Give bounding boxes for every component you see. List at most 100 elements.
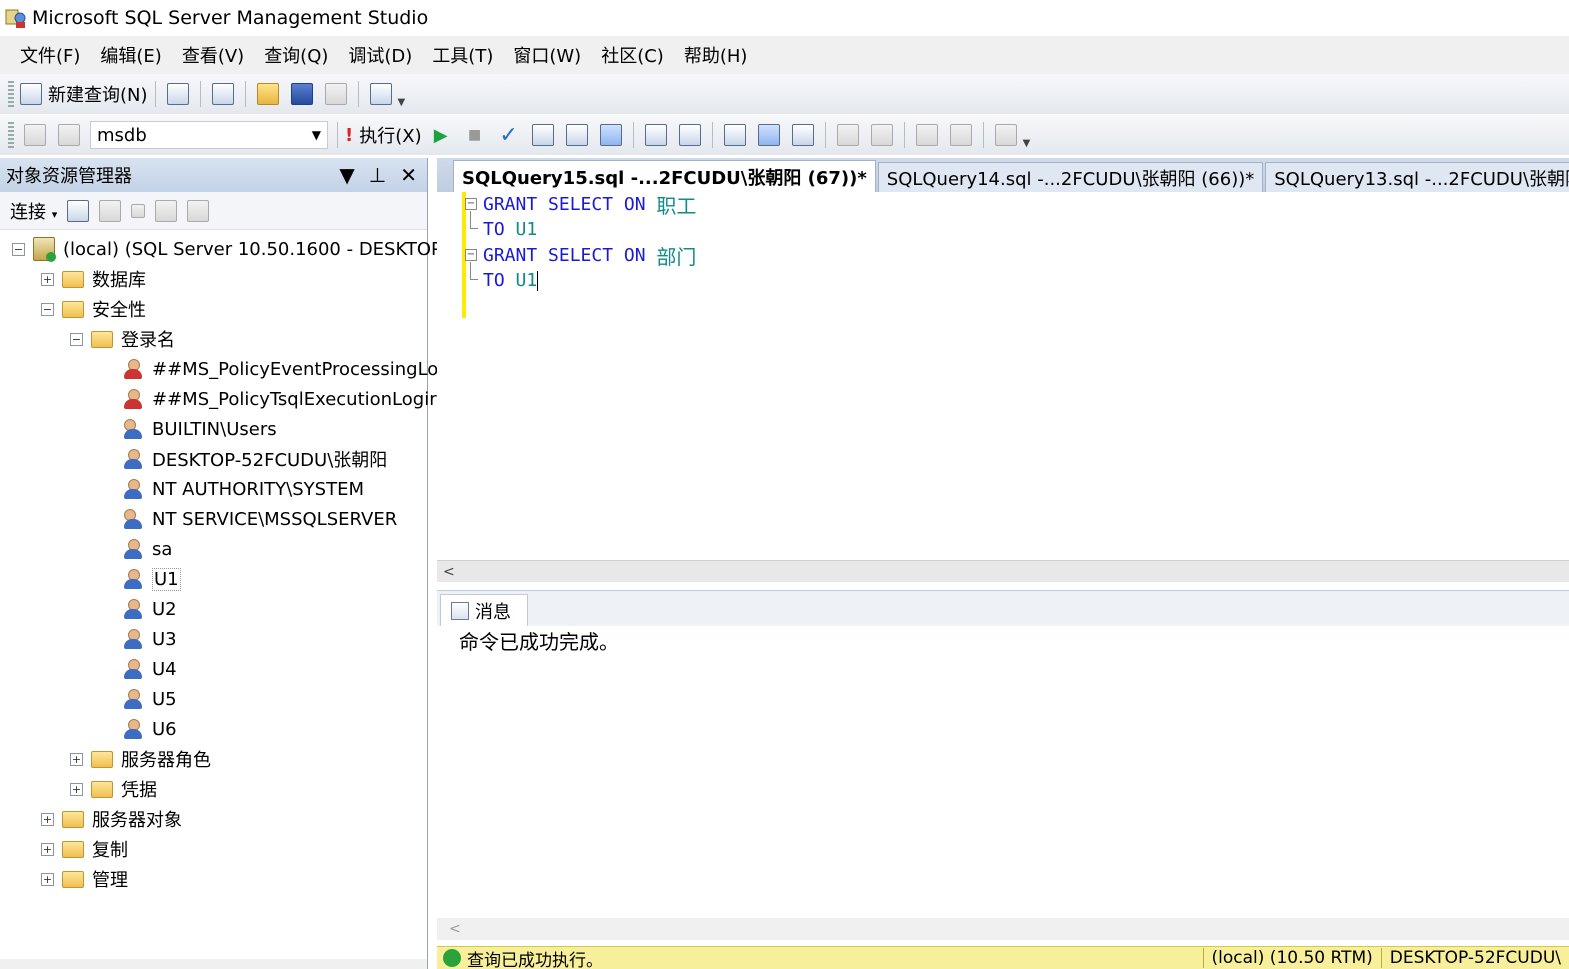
- menu-help[interactable]: 帮助(H): [674, 42, 758, 68]
- tree-node-server[interactable]: − (local) (SQL Server 10.50.1600 - DESKT…: [12, 234, 442, 264]
- menu-view[interactable]: 查看(V): [172, 42, 254, 68]
- tab-sqlquery15[interactable]: SQLQuery15.sql -...2FCUDU\张朝阳 (67))*: [453, 160, 876, 192]
- menu-query[interactable]: 查询(Q): [254, 42, 338, 68]
- menu-window[interactable]: 窗口(W): [503, 42, 591, 68]
- tree-node-credentials[interactable]: + 凭据: [70, 774, 157, 804]
- tree-node-server-objects[interactable]: + 服务器对象: [41, 804, 182, 834]
- tree-node-label: ##MS_PolicyTsqlExecutionLogir: [152, 388, 437, 410]
- client-statistics-button[interactable]: [675, 120, 705, 150]
- decrease-indent-button[interactable]: [912, 120, 942, 150]
- database-select[interactable]: msdb ▼: [90, 121, 328, 149]
- new-file-button[interactable]: [163, 79, 193, 109]
- tree-node-replication[interactable]: + 复制: [41, 834, 128, 864]
- save-button[interactable]: [287, 79, 317, 109]
- menu-file[interactable]: 文件(F): [10, 42, 90, 68]
- debug-button[interactable]: ▶: [426, 120, 456, 150]
- tree-node-management[interactable]: + 管理: [41, 864, 128, 894]
- scroll-left-icon[interactable]: <: [449, 921, 461, 937]
- tree-node-login[interactable]: sa: [122, 534, 172, 564]
- query-designer-button[interactable]: [562, 120, 592, 150]
- disconnect-icon[interactable]: [67, 199, 90, 222]
- print-button[interactable]: [321, 79, 351, 109]
- parse-button[interactable]: ✓: [494, 120, 524, 150]
- collapse-icon[interactable]: −: [12, 242, 25, 256]
- tree-node-login[interactable]: NT SERVICE\MSSQLSERVER: [122, 504, 397, 534]
- menu-debug[interactable]: 调试(D): [338, 42, 422, 68]
- tree-node-login[interactable]: U2: [122, 594, 177, 624]
- connect-dropdown[interactable]: 连接 ▾: [10, 198, 57, 224]
- editor-horizontal-scrollbar[interactable]: <: [437, 560, 1569, 582]
- comment-button[interactable]: [833, 120, 863, 150]
- tree-node-login[interactable]: NT AUTHORITY\SYSTEM: [122, 474, 364, 504]
- tree-node-login[interactable]: ##MS_PolicyEventProcessingLo: [122, 354, 438, 384]
- change-connection-button[interactable]: [54, 120, 84, 150]
- sql-keyword: TO: [483, 270, 516, 291]
- database-select-value: msdb: [97, 124, 147, 146]
- new-query-button[interactable]: 新建查询(N): [20, 79, 148, 109]
- toolbar-overflow-icon[interactable]: ▼: [398, 97, 406, 108]
- tree-node-logins[interactable]: − 登录名: [70, 324, 175, 354]
- menu-edit[interactable]: 编辑(E): [90, 42, 171, 68]
- cancel-query-button[interactable]: ■: [460, 120, 490, 150]
- activity-monitor-button[interactable]: [366, 79, 396, 109]
- tree-node-login[interactable]: U4: [122, 654, 177, 684]
- expand-icon[interactable]: +: [41, 812, 54, 826]
- tree-node-login[interactable]: DESKTOP-52FCUDU\张朝阳: [122, 444, 387, 474]
- expand-icon[interactable]: +: [70, 782, 83, 796]
- toolbar-grip[interactable]: [8, 81, 14, 107]
- collapse-icon[interactable]: −: [465, 198, 477, 210]
- tree-node-login[interactable]: ##MS_PolicyTsqlExecutionLogir: [122, 384, 437, 414]
- tree-node-login[interactable]: U6: [122, 714, 177, 744]
- scroll-left-icon[interactable]: <: [443, 564, 455, 580]
- open-file-button[interactable]: [253, 79, 283, 109]
- intellisense-button[interactable]: [596, 120, 626, 150]
- messages-horizontal-scrollbar[interactable]: <: [437, 918, 1569, 940]
- specify-template-values-button[interactable]: [991, 120, 1021, 150]
- actual-plan-button[interactable]: [641, 120, 671, 150]
- increase-indent-icon: [949, 124, 972, 146]
- results-to-text-button[interactable]: [720, 120, 750, 150]
- dropdown-arrow-icon[interactable]: ▼: [339, 163, 354, 187]
- expand-icon[interactable]: +: [41, 872, 54, 886]
- pin-icon[interactable]: ⊥: [369, 163, 386, 187]
- tree-node-security[interactable]: − 安全性: [41, 294, 146, 324]
- tab-messages[interactable]: 消息: [440, 594, 528, 627]
- collapse-icon[interactable]: −: [70, 332, 83, 346]
- stop-icon[interactable]: [131, 203, 146, 218]
- tree-node-login[interactable]: BUILTIN\Users: [122, 414, 277, 444]
- new-project-button[interactable]: [208, 79, 238, 109]
- tab-sqlquery14[interactable]: SQLQuery14.sql -...2FCUDU\张朝阳 (66))*: [877, 162, 1264, 192]
- refresh-icon[interactable]: [187, 199, 210, 222]
- results-to-grid-button[interactable]: [754, 120, 784, 150]
- collapse-icon[interactable]: −: [41, 302, 54, 316]
- expand-icon[interactable]: +: [41, 272, 54, 286]
- tree-node-databases[interactable]: + 数据库: [41, 264, 146, 294]
- status-user: DESKTOP-52FCUDU\: [1380, 948, 1569, 968]
- filter-icon[interactable]: [155, 199, 178, 222]
- query-editor[interactable]: − − GRANT SELECT ON 职工 TO U1 GRANT SELEC…: [437, 192, 1569, 562]
- collapse-icon[interactable]: −: [465, 249, 477, 261]
- tree-node-login[interactable]: U1: [122, 564, 181, 594]
- horizontal-scrollbar[interactable]: [0, 959, 427, 969]
- menu-tools[interactable]: 工具(T): [422, 42, 503, 68]
- expand-icon[interactable]: +: [41, 842, 54, 856]
- toolbar-grip[interactable]: [8, 122, 14, 148]
- estimated-plan-button[interactable]: [528, 120, 558, 150]
- tab-messages-label: 消息: [475, 602, 511, 623]
- login-user-icon: [122, 628, 144, 650]
- decrease-indent-icon: [915, 124, 938, 146]
- refresh-connection-icon[interactable]: [99, 199, 122, 222]
- close-icon[interactable]: ✕: [400, 163, 417, 187]
- toolbar-overflow-icon[interactable]: ▼: [1023, 138, 1031, 149]
- menu-community[interactable]: 社区(C): [591, 42, 674, 68]
- results-to-file-button[interactable]: [788, 120, 818, 150]
- tree-node-login[interactable]: U3: [122, 624, 177, 654]
- execute-button[interactable]: ! 执行(X): [345, 120, 422, 150]
- increase-indent-button[interactable]: [946, 120, 976, 150]
- expand-icon[interactable]: +: [70, 752, 83, 766]
- connect-button[interactable]: [20, 120, 50, 150]
- tree-node-server-roles[interactable]: + 服务器角色: [70, 744, 211, 774]
- tab-sqlquery13[interactable]: SQLQuery13.sql -...2FCUDU\张朝阳 (62)): [1265, 162, 1569, 192]
- uncomment-button[interactable]: [867, 120, 897, 150]
- tree-node-login[interactable]: U5: [122, 684, 177, 714]
